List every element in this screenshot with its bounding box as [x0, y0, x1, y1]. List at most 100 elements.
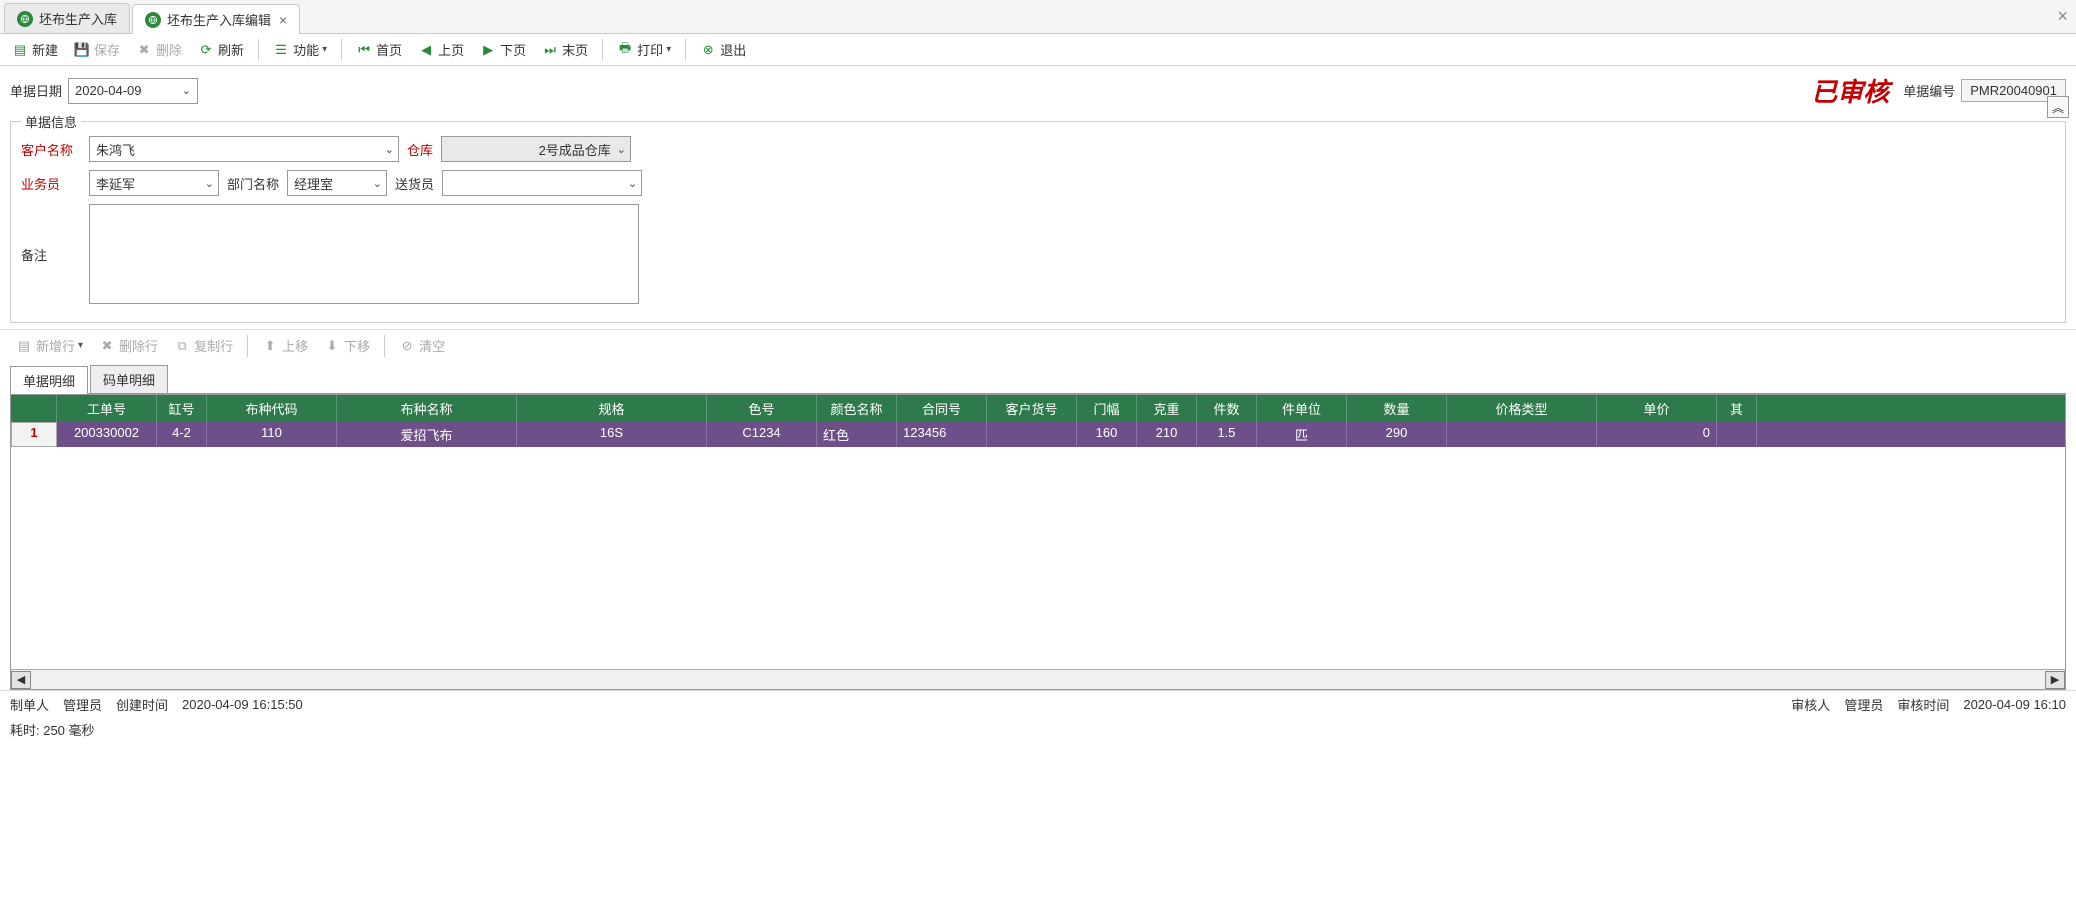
col-weight[interactable]: 克重: [1137, 395, 1197, 422]
cell-weight[interactable]: 210: [1137, 422, 1197, 447]
creator-label: 制单人: [10, 695, 49, 714]
row-index[interactable]: 1: [11, 422, 57, 447]
warehouse-combo[interactable]: 2号成品仓库 ⌄: [441, 136, 631, 162]
close-icon[interactable]: ×: [279, 12, 287, 28]
chevron-down-icon: ▾: [322, 44, 327, 55]
scroll-right-icon[interactable]: ▶: [2045, 671, 2065, 689]
col-pricetype[interactable]: 价格类型: [1447, 395, 1597, 422]
col-pieceunit[interactable]: 件单位: [1257, 395, 1347, 422]
col-qty[interactable]: 数量: [1347, 395, 1447, 422]
main-toolbar: ▤ 新建 💾 保存 ✖ 删除 ⟳ 刷新 ☰ 功能 ▾ ⏮ 首页 ◀ 上页 ▶ 下…: [0, 34, 2076, 66]
dept-combo[interactable]: 经理室 ⌄: [287, 170, 387, 196]
cell-pieces[interactable]: 1.5: [1197, 422, 1257, 447]
remark-textarea[interactable]: [89, 204, 639, 304]
cell-vatno[interactable]: 4-2: [157, 422, 207, 447]
cell-clothcode[interactable]: 110: [207, 422, 337, 447]
list-icon: ☰: [273, 42, 289, 58]
col-spec[interactable]: 规格: [517, 395, 707, 422]
cell-colorno[interactable]: C1234: [707, 422, 817, 447]
chevron-down-icon: ⌄: [205, 177, 214, 190]
last-page-button[interactable]: ⏭ 末页: [536, 38, 594, 61]
first-page-button[interactable]: ⏮ 首页: [350, 38, 408, 61]
grid-body: 1 200330002 4-2 110 爱招飞布 16S C1234 红色 12…: [11, 422, 2065, 447]
file-icon: ▤: [16, 338, 32, 354]
col-unitprice[interactable]: 单价: [1597, 395, 1717, 422]
cell-custitem[interactable]: [987, 422, 1077, 447]
chevron-up-icon: ︽: [2052, 99, 2064, 116]
col-contract[interactable]: 合同号: [897, 395, 987, 422]
file-icon: ▤: [12, 42, 28, 58]
horizontal-scrollbar[interactable]: ◀ ▶: [11, 669, 2065, 689]
copy-row-button: ⧉ 复制行: [168, 334, 239, 357]
chevron-down-icon: ⌄: [373, 177, 382, 190]
deliverer-combo[interactable]: ⌄: [442, 170, 642, 196]
delete-button: ✖ 删除: [130, 38, 188, 61]
cell-clothname[interactable]: 爱招飞布: [337, 422, 517, 447]
col-pieces[interactable]: 件数: [1197, 395, 1257, 422]
col-clothname[interactable]: 布种名称: [337, 395, 517, 422]
col-width[interactable]: 门幅: [1077, 395, 1137, 422]
separator: [685, 39, 686, 61]
cell-workorder[interactable]: 200330002: [57, 422, 157, 447]
print-icon: 🖶: [617, 42, 633, 58]
salesman-value: 李延军: [96, 174, 135, 193]
doc-header-row: 单据日期 2020-04-09 ⌄ 已审核 单据编号 PMR20040901: [0, 66, 2076, 115]
tab-greige-inbound[interactable]: 坯布生产入库: [4, 3, 130, 33]
cell-contract[interactable]: 123456: [897, 422, 987, 447]
separator: [341, 39, 342, 61]
col-colorno[interactable]: 色号: [707, 395, 817, 422]
created-value: 2020-04-09 16:15:50: [182, 697, 303, 712]
customer-combo[interactable]: 朱鸿飞 ⌄: [89, 136, 399, 162]
x-icon: ✖: [99, 338, 115, 354]
exit-button[interactable]: ⊗ 退出: [694, 38, 752, 61]
date-input[interactable]: 2020-04-09 ⌄: [68, 78, 198, 104]
col-vatno[interactable]: 缸号: [157, 395, 207, 422]
separator: [247, 335, 248, 357]
col-clothcode[interactable]: 布种代码: [207, 395, 337, 422]
refresh-icon: ⟳: [198, 42, 214, 58]
cell-other[interactable]: [1717, 422, 1757, 447]
prev-page-button[interactable]: ◀ 上页: [412, 38, 470, 61]
copy-icon: ⧉: [174, 338, 190, 354]
date-value: 2020-04-09: [75, 83, 142, 98]
table-row[interactable]: 1 200330002 4-2 110 爱招飞布 16S C1234 红色 12…: [11, 422, 2065, 447]
separator: [384, 335, 385, 357]
doc-info-fieldset: 单据信息 ︽ 客户名称 朱鸿飞 ⌄ 仓库 2号成品仓库 ⌄ 业务员 李延军 ⌄ …: [10, 121, 2066, 323]
scroll-left-icon[interactable]: ◀: [11, 671, 31, 689]
save-icon: 💾: [74, 42, 90, 58]
tab-greige-inbound-edit[interactable]: 坯布生产入库编辑 ×: [132, 4, 300, 34]
cell-unitprice[interactable]: 0: [1597, 422, 1717, 447]
cell-qty[interactable]: 290: [1347, 422, 1447, 447]
warehouse-value: 2号成品仓库: [448, 140, 611, 159]
tab-code-detail[interactable]: 码单明细: [90, 365, 168, 393]
refresh-button[interactable]: ⟳ 刷新: [192, 38, 250, 61]
functions-button[interactable]: ☰ 功能 ▾: [267, 38, 333, 61]
salesman-combo[interactable]: 李延军 ⌄: [89, 170, 219, 196]
cell-colorname[interactable]: 红色: [817, 422, 897, 447]
chevron-down-icon: ⌄: [385, 143, 394, 156]
new-button[interactable]: ▤ 新建: [6, 38, 64, 61]
audited-label: 审核时间: [1897, 695, 1949, 714]
tab-label: 坯布生产入库编辑: [167, 10, 271, 29]
collapse-button[interactable]: ︽: [2047, 96, 2069, 118]
cell-spec[interactable]: 16S: [517, 422, 707, 447]
tab-doc-detail[interactable]: 单据明细: [10, 366, 88, 394]
col-other[interactable]: 其: [1717, 395, 1757, 422]
col-workorder[interactable]: 工单号: [57, 395, 157, 422]
print-button[interactable]: 🖶 打印 ▾: [611, 38, 677, 61]
next-icon: ▶: [480, 42, 496, 58]
cell-width[interactable]: 160: [1077, 422, 1137, 447]
chevron-down-icon: ▾: [78, 340, 83, 351]
date-label: 单据日期: [10, 81, 62, 100]
window-tabs-bar: 坯布生产入库 坯布生产入库编辑 × ×: [0, 0, 2076, 34]
close-all-icon[interactable]: ×: [2057, 6, 2068, 27]
col-colorname[interactable]: 颜色名称: [817, 395, 897, 422]
customer-value: 朱鸿飞: [96, 140, 135, 159]
cell-pricetype[interactable]: [1447, 422, 1597, 447]
detail-tabs: 单据明细 码单明细: [10, 365, 2066, 394]
dept-value: 经理室: [294, 174, 333, 193]
col-custitem[interactable]: 客户货号: [987, 395, 1077, 422]
cell-pieceunit[interactable]: 匹: [1257, 422, 1347, 447]
next-page-button[interactable]: ▶ 下页: [474, 38, 532, 61]
arrow-up-icon: ⬆: [262, 338, 278, 354]
